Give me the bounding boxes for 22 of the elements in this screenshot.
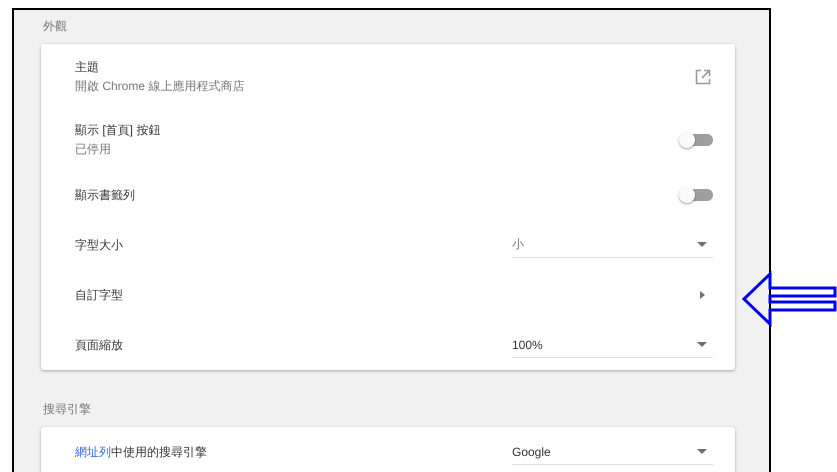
dropdown[interactable]: Google	[512, 439, 713, 465]
setting-label: 顯示 [首頁] 按鈕	[75, 122, 162, 139]
external-link-icon[interactable]	[695, 69, 711, 85]
caret-icon	[697, 342, 707, 347]
setting-label: 頁面縮放	[75, 336, 124, 354]
chevron-right-icon[interactable]	[700, 291, 705, 299]
toggle-switch[interactable]	[679, 132, 713, 148]
caret-icon	[697, 449, 707, 454]
setting-label: 網址列中使用的搜尋引擎	[75, 444, 208, 460]
setting-label: 自訂字型	[75, 286, 124, 304]
section-title: 外觀	[42, 18, 68, 35]
setting-description: 開啟 Chrome 線上應用程式商店	[75, 78, 246, 95]
toggle-switch[interactable]	[679, 187, 713, 203]
setting-description: 已停用	[75, 141, 112, 158]
dropdown[interactable]: 小	[512, 232, 713, 258]
dropdown[interactable]: 100%	[512, 332, 713, 358]
setting-label: 字型大小	[75, 236, 124, 254]
setting-label: 顯示書籤列	[75, 186, 136, 204]
caret-icon	[697, 242, 707, 247]
setting-label: 主題	[75, 59, 100, 76]
address-bar-link[interactable]: 網址列	[75, 444, 111, 458]
section-title: 搜尋引擎	[42, 401, 92, 418]
